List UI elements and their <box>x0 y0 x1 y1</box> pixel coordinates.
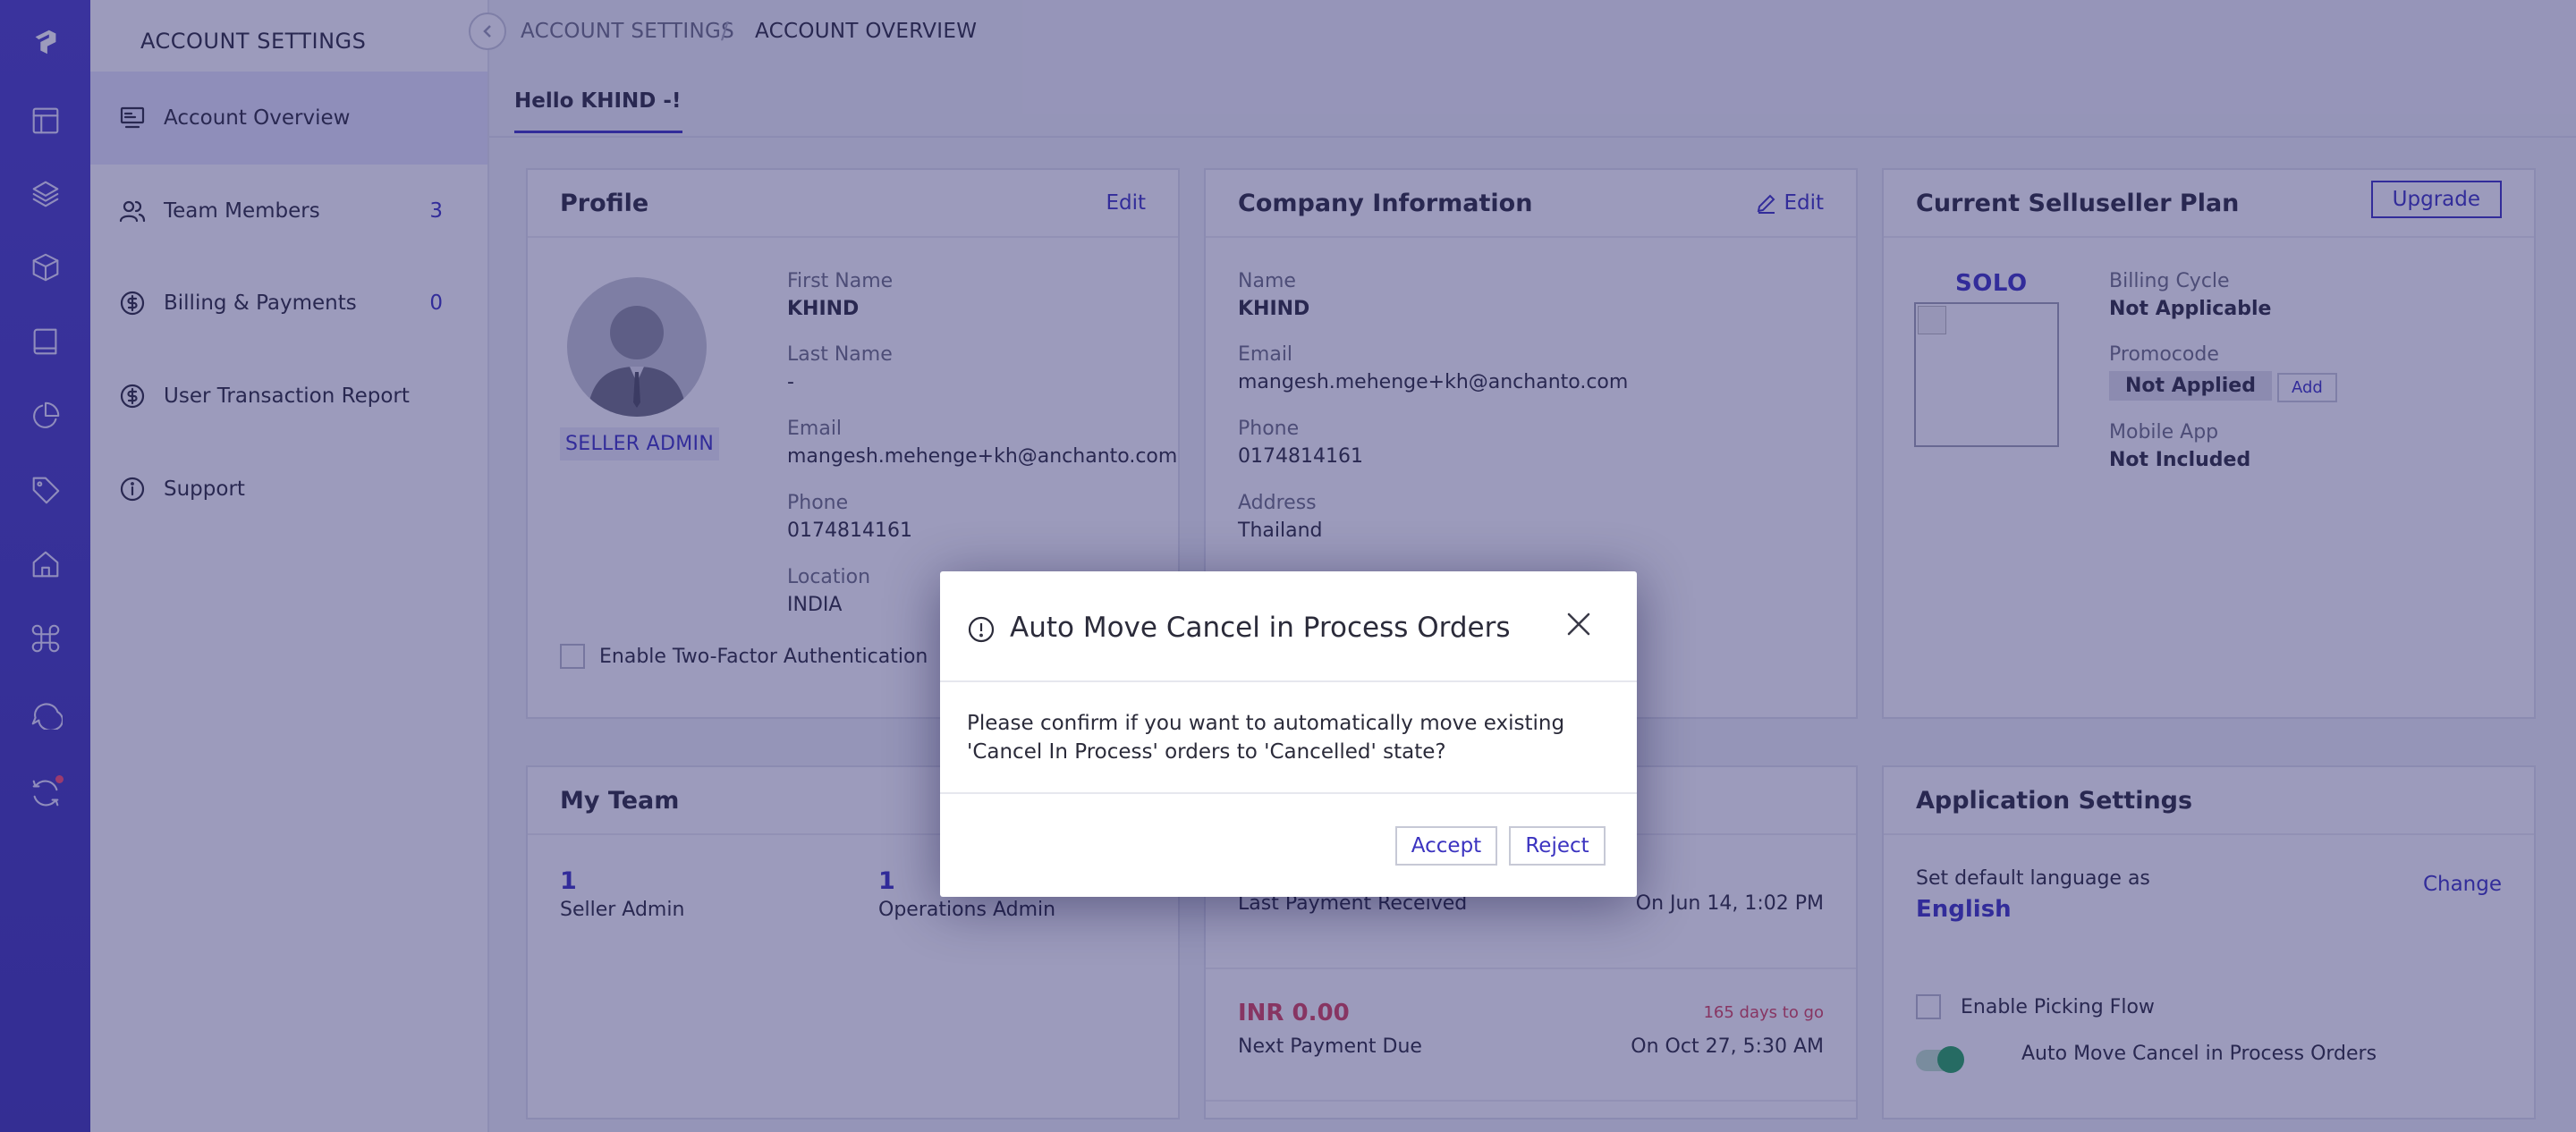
modal-message: Please confirm if you want to automatica… <box>940 682 1637 794</box>
accept-button[interactable]: Accept <box>1395 826 1497 866</box>
alert-circle-icon <box>967 615 996 644</box>
close-icon[interactable] <box>1565 611 1592 638</box>
confirm-modal: Auto Move Cancel in Process Orders Pleas… <box>940 571 1637 897</box>
modal-title: Auto Move Cancel in Process Orders <box>1010 612 1511 644</box>
reject-button[interactable]: Reject <box>1509 826 1606 866</box>
modal-backdrop[interactable] <box>0 0 2576 1132</box>
